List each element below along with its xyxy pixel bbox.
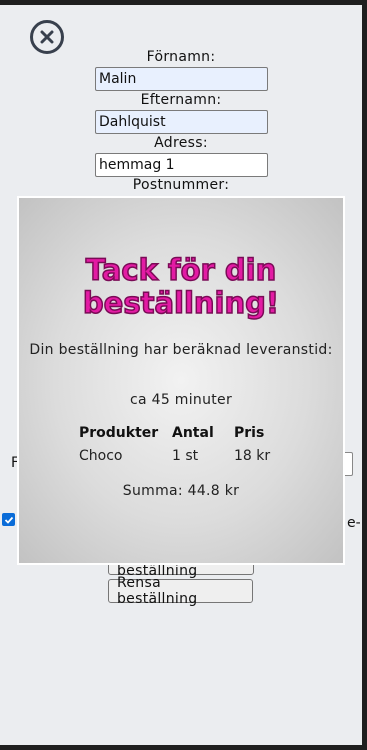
lastname-label: Efternamn: [140,92,222,108]
table-row: Choco 1 st 18 kr [77,448,277,471]
address-label: Adress: [154,135,208,151]
header-price: Pris [234,425,265,441]
cell-quantity: 1 st [172,448,199,464]
order-sum: Summa: 44.8 kr [122,483,240,499]
delivery-message: Din beställning har beräknad leveranstid… [29,342,333,358]
terms-checkbox[interactable] [2,513,15,526]
table-header-row: Produkter Antal Pris [77,425,277,448]
check-icon [4,516,13,524]
firstname-label: Förnamn: [146,49,216,65]
order-page: Förnamn: Efternamn: Adress: Postnummer: … [0,5,362,745]
cell-product: Choco [79,448,123,464]
address-input[interactable] [95,153,268,177]
lastname-input[interactable] [95,110,268,134]
modal-title: Tack för din beställning! [82,253,280,321]
partial-email-label: e- [347,515,361,531]
order-table: Produkter Antal Pris Choco 1 st 18 kr [77,425,277,471]
cell-price: 18 kr [234,448,271,464]
postcode-label: Postnummer: [132,177,230,193]
clear-order-button[interactable]: Rensa beställning [108,575,253,607]
firstname-input[interactable] [95,67,268,91]
header-products: Produkter [79,425,159,441]
delivery-eta: ca 45 minuter [129,392,233,408]
header-quantity: Antal [172,425,214,441]
order-confirmation-modal: Tack för din beställning! Din beställnin… [17,196,345,565]
